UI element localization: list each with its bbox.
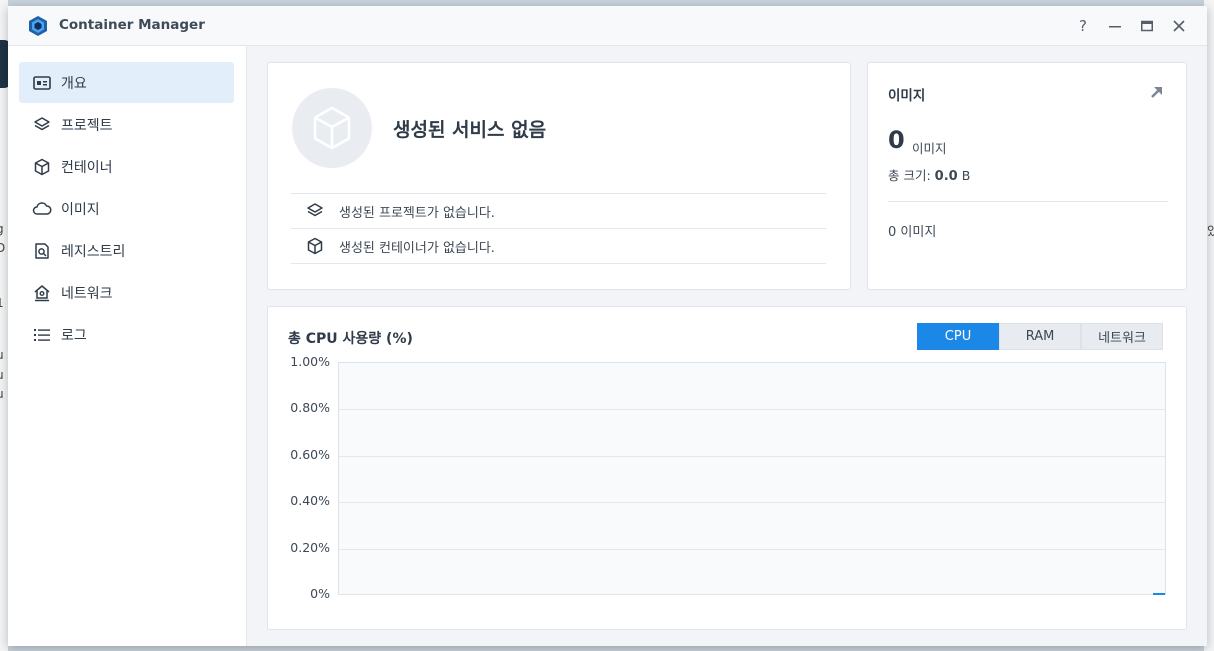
gridline — [339, 455, 1165, 457]
y-tick-label: 0.40% — [290, 493, 330, 509]
divider — [888, 201, 1168, 202]
image-total-size: 총 크기: 0.0 B — [888, 165, 970, 184]
bg-fragment: u — [0, 368, 4, 382]
sidebar-item-projects[interactable]: 프로젝트 — [19, 104, 234, 145]
gridline — [339, 502, 1165, 504]
minimize-icon — [1109, 26, 1121, 28]
registry-search-icon — [32, 241, 52, 261]
chart-plot-area — [338, 362, 1166, 595]
main-content: 생성된 서비스 없음 생성된 프로젝트가 없습니다. 생성된 컨테이너가 없습니… — [247, 46, 1207, 646]
sidebar-item-label: 네트워크 — [61, 285, 113, 302]
minimize-button[interactable] — [1104, 15, 1126, 37]
network-home-icon — [32, 283, 52, 303]
help-icon: ? — [1079, 17, 1087, 35]
list-item: 생성된 프로젝트가 없습니다. — [291, 193, 826, 228]
app-title: Container Manager — [59, 17, 205, 33]
box-icon — [313, 106, 351, 150]
services-card: 생성된 서비스 없음 생성된 프로젝트가 없습니다. 생성된 컨테이너가 없습니… — [267, 62, 851, 290]
y-tick-label: 0.80% — [290, 400, 330, 416]
image-size-unit: B — [961, 168, 971, 183]
bg-fragment: D — [0, 241, 6, 255]
tab-ram[interactable]: RAM — [999, 323, 1081, 350]
overview-icon — [32, 73, 52, 93]
service-placeholder-circle — [292, 88, 372, 168]
list-icon — [32, 325, 52, 345]
sidebar-item-label: 컨테이너 — [61, 159, 113, 176]
layers-icon — [305, 201, 325, 221]
services-title: 생성된 서비스 없음 — [393, 119, 547, 141]
layers-icon — [32, 115, 52, 135]
sidebar-item-containers[interactable]: 컨테이너 — [19, 146, 234, 187]
sidebar-item-label: 프로젝트 — [61, 117, 113, 134]
maximize-button[interactable] — [1136, 15, 1158, 37]
no-projects-text: 생성된 프로젝트가 없습니다. — [339, 205, 495, 221]
image-size-value: 0.0 — [934, 169, 958, 184]
help-button[interactable]: ? — [1072, 15, 1094, 37]
no-containers-text: 생성된 컨테이너가 없습니다. — [339, 240, 495, 256]
image-size-label: 총 크기: — [888, 168, 931, 183]
app-window: Container Manager ? 개요 프로젝트 컨테이너 이미지 레지스… — [8, 6, 1207, 646]
gridline — [339, 548, 1165, 550]
bg-fragment: u — [0, 387, 4, 401]
sidebar-item-log[interactable]: 로그 — [19, 314, 234, 355]
title-bar: Container Manager ? — [8, 6, 1207, 46]
cloud-icon — [32, 199, 52, 219]
y-tick-label: 0.20% — [290, 539, 330, 555]
image-count-unit: 이미지 — [912, 141, 947, 156]
tab-network[interactable]: 네트워크 — [1081, 323, 1163, 350]
sidebar-item-label: 로그 — [61, 327, 87, 344]
sidebar-item-overview[interactable]: 개요 — [19, 62, 234, 103]
desktop-background-left: g D 1 u u u — [0, 0, 12, 651]
list-item: 생성된 컨테이너가 없습니다. — [291, 228, 826, 264]
close-button[interactable] — [1168, 15, 1190, 37]
gridline — [339, 409, 1165, 411]
y-tick-label: 1.00% — [290, 354, 330, 369]
box-icon — [305, 236, 325, 256]
image-list-summary: 0 이미지 — [888, 225, 937, 240]
bg-fragment: u — [0, 348, 4, 362]
bg-fragment: 있 — [1206, 224, 1214, 238]
y-tick-label: 0.60% — [290, 446, 330, 462]
metric-tab-group: CPU RAM 네트워크 — [917, 323, 1163, 350]
tab-cpu[interactable]: CPU — [917, 323, 999, 350]
chart-title: 총 CPU 사용량 (%) — [288, 331, 413, 347]
box-icon — [32, 157, 52, 177]
sidebar-item-network[interactable]: 네트워크 — [19, 272, 234, 313]
bg-fragment: g — [0, 222, 4, 236]
image-count: 0 — [888, 126, 905, 154]
sidebar-item-label: 레지스트리 — [61, 243, 126, 260]
series-line — [1153, 593, 1165, 595]
sidebar-item-label: 개요 — [61, 75, 87, 92]
images-card-title: 이미지 — [888, 88, 926, 104]
close-icon — [1173, 20, 1185, 32]
y-tick-label: 0% — [310, 586, 330, 601]
images-card: 이미지 0 이미지 총 크기: 0.0 B 0 이미지 — [867, 62, 1187, 290]
maximize-icon — [1141, 20, 1153, 32]
sidebar-item-label: 이미지 — [61, 201, 100, 218]
sidebar-item-images[interactable]: 이미지 — [19, 188, 234, 229]
open-arrow-icon[interactable] — [1148, 83, 1166, 101]
sidebar: 개요 프로젝트 컨테이너 이미지 레지스트리 네트워크 로그 — [8, 46, 247, 646]
container-manager-logo-icon — [27, 15, 49, 37]
sidebar-item-registry[interactable]: 레지스트리 — [19, 230, 234, 271]
bg-fragment: 1 — [0, 296, 4, 310]
cpu-chart-card: 총 CPU 사용량 (%) CPU RAM 네트워크 1.00% 0.80% 0.6… — [267, 306, 1187, 630]
